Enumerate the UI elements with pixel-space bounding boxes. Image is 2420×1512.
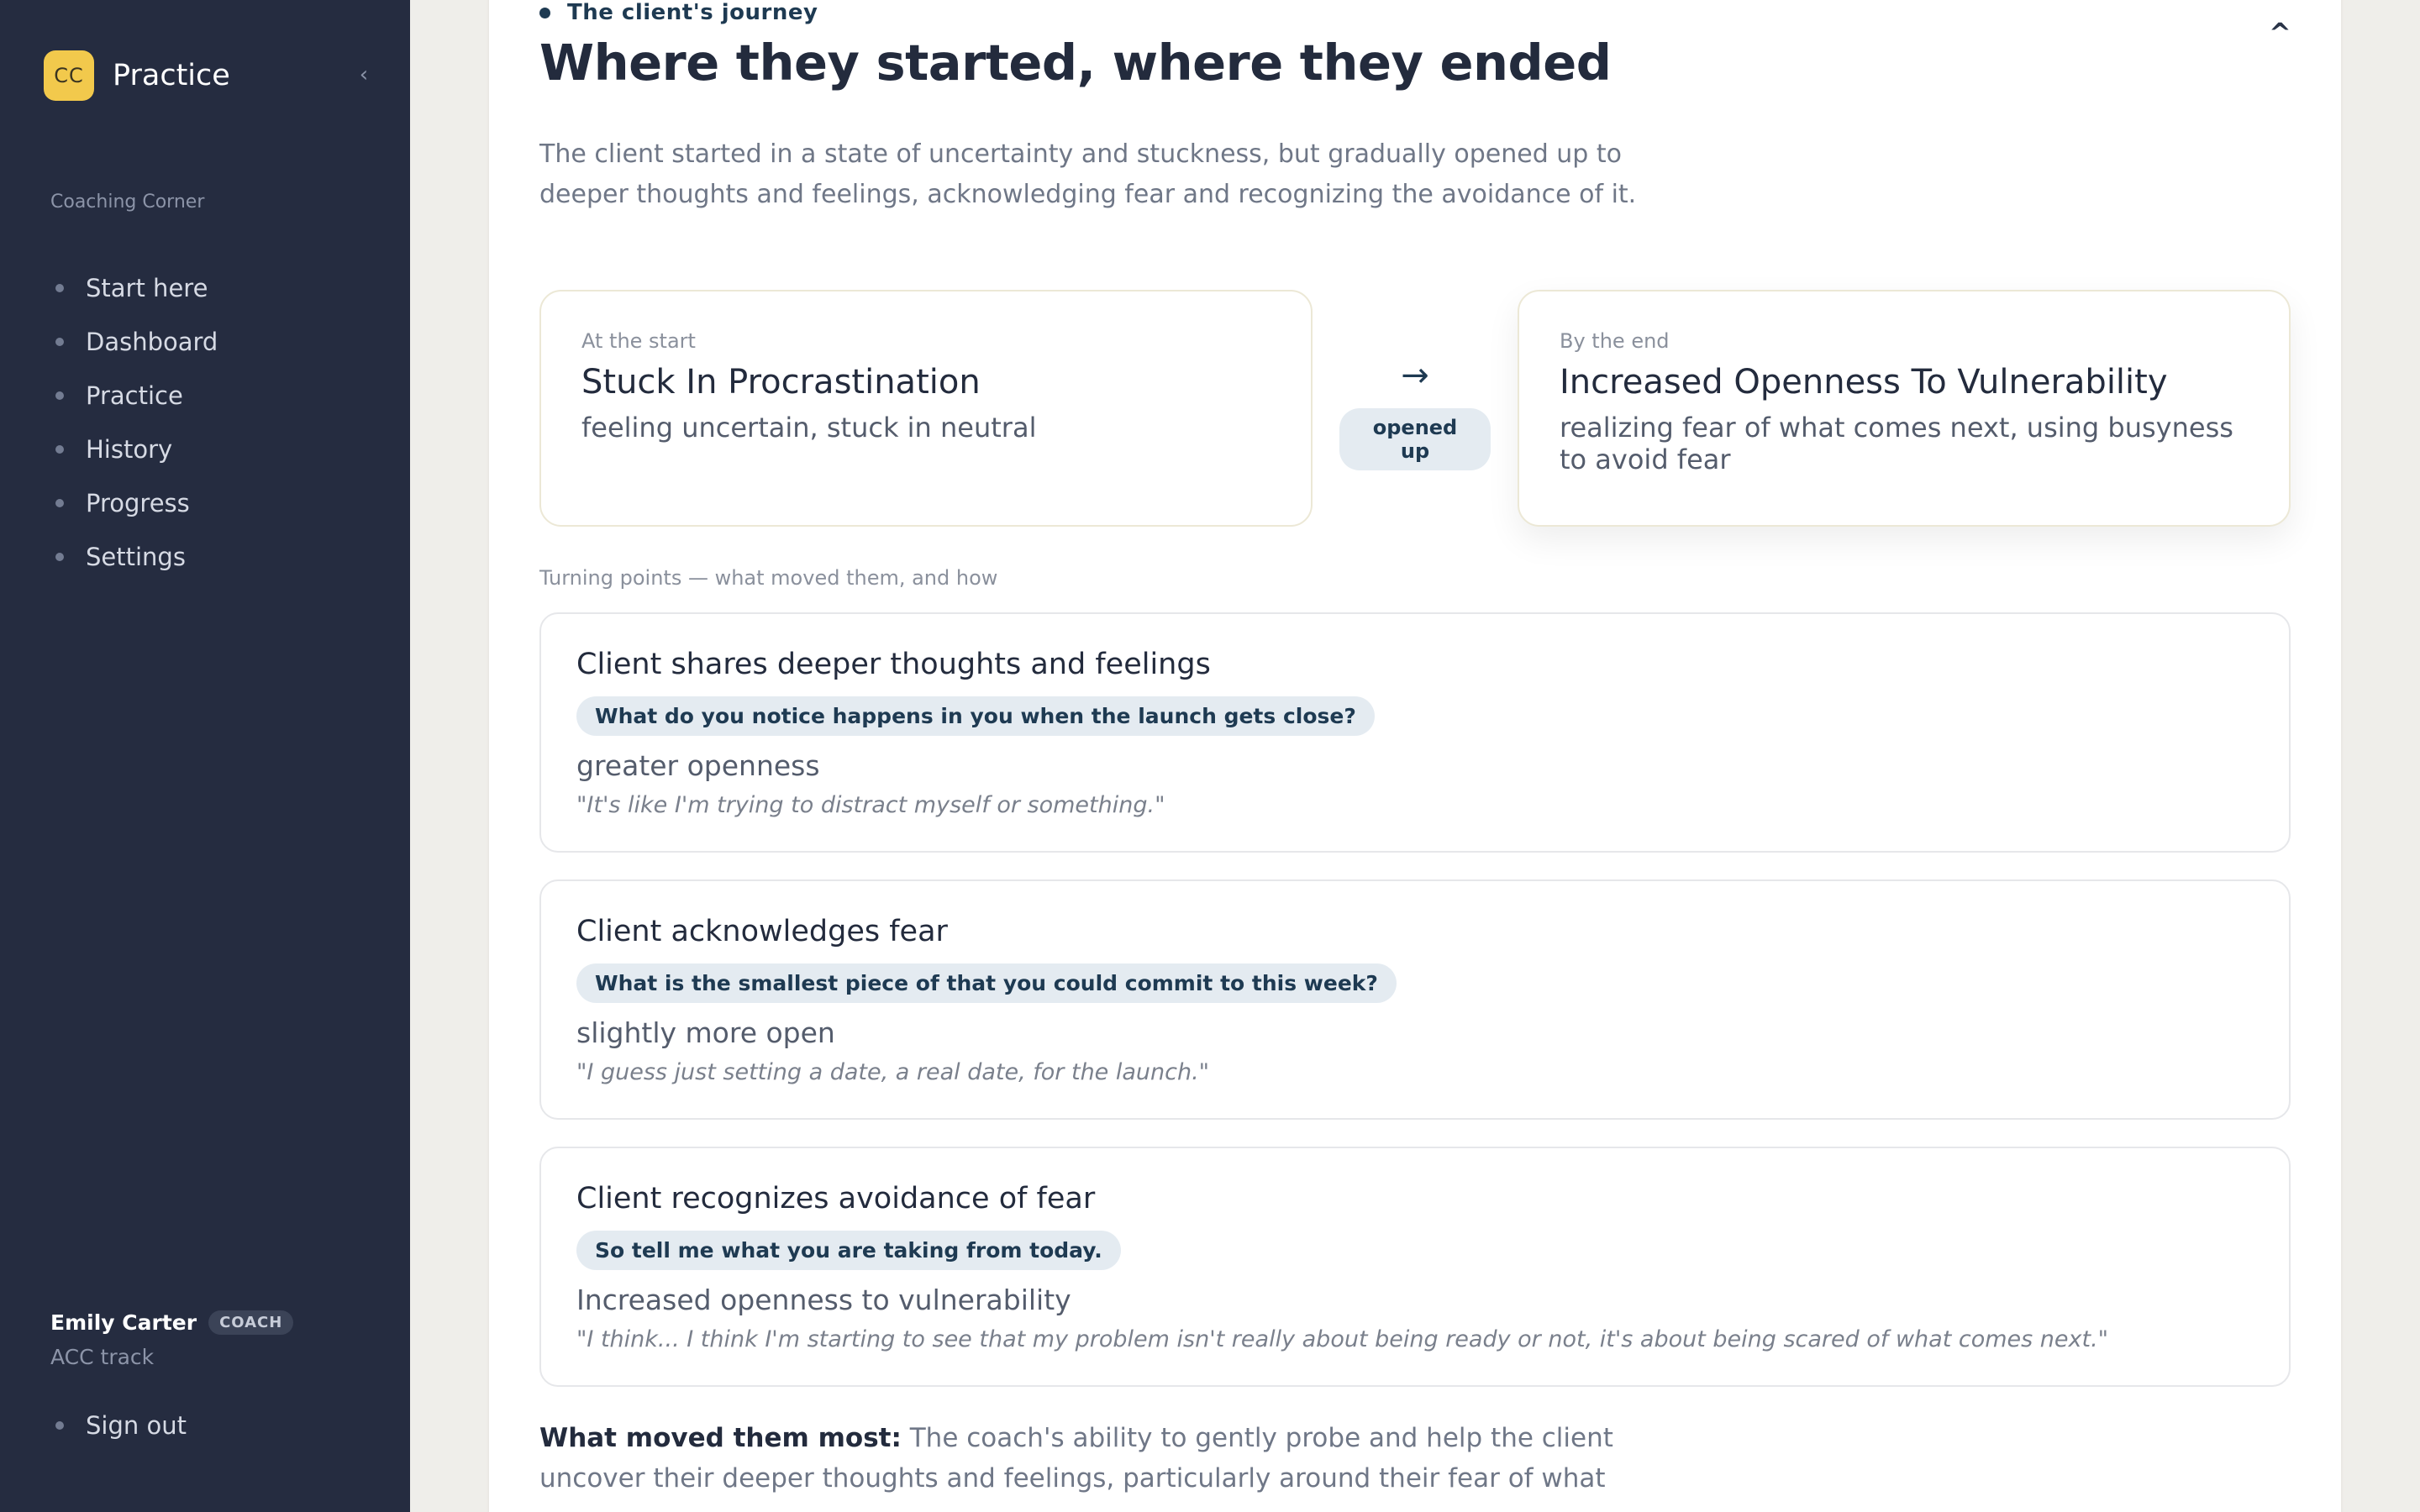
start-state-card: At the start Stuck In Procrastination fe… <box>539 290 1313 527</box>
end-label: By the end <box>1560 329 1670 353</box>
bullet-icon <box>55 499 64 507</box>
turning-point-title: Client recognizes avoidance of fear <box>576 1182 1096 1215</box>
sidebar-nav: Start here Dashboard Practice History Pr… <box>50 252 218 593</box>
end-description: realizing fear of what comes next, using… <box>1560 412 2233 475</box>
turning-point-shift: slightly more open <box>576 1016 835 1049</box>
user-row: Emily Carter COACH <box>50 1310 294 1335</box>
bullet-icon <box>55 1421 64 1430</box>
sidebar-item-label: Progress <box>86 489 190 517</box>
sign-out-label: Sign out <box>86 1411 187 1440</box>
start-label: At the start <box>581 329 696 353</box>
turning-point-title: Client acknowledges fear <box>576 915 948 948</box>
turning-point-shift: greater openness <box>576 749 820 782</box>
coach-question-badge: So tell me what you are taking from toda… <box>576 1231 1121 1270</box>
what-moved-them-most: What moved them most: The coach's abilit… <box>539 1418 1632 1499</box>
bullet-icon <box>55 284 64 292</box>
end-state-card: By the end Increased Openness To Vulnera… <box>1518 290 2291 527</box>
sign-out-button[interactable]: Sign out <box>50 1411 187 1440</box>
sidebar-item-label: History <box>86 435 173 464</box>
section-eyebrow: The client's journey <box>539 0 818 25</box>
eyebrow-dot-icon <box>539 7 550 18</box>
what-moved-label: What moved them most: <box>539 1423 902 1453</box>
sidebar-item-label: Dashboard <box>86 328 218 356</box>
sidebar-item-label: Start here <box>86 274 208 302</box>
user-name: Emily Carter <box>50 1310 197 1335</box>
turning-point-card: Client recognizes avoidance of fear So t… <box>539 1147 2291 1387</box>
start-description: feeling uncertain, stuck in neutral <box>581 412 1037 444</box>
sidebar-item-settings[interactable]: Settings <box>50 521 218 593</box>
logo-badge: CC <box>44 50 94 101</box>
sidebar-item-label: Practice <box>86 381 183 410</box>
sidebar-section-label: Coaching Corner <box>50 192 205 213</box>
coach-question-badge: What is the smallest piece of that you c… <box>576 963 1397 1003</box>
end-title: Increased Openness To Vulnerability <box>1560 363 2168 402</box>
collapse-section-icon[interactable]: ^ <box>2269 17 2291 49</box>
brand[interactable]: CC Practice <box>44 50 230 101</box>
transition: → opened up <box>1339 353 1491 470</box>
client-quote: "It's like I'm trying to distract myself… <box>576 792 1165 818</box>
bullet-icon <box>55 391 64 400</box>
collapse-sidebar-icon[interactable]: ‹ <box>355 62 373 87</box>
client-quote: "I think... I think I'm starting to see … <box>576 1326 2109 1352</box>
turning-point-title: Client shares deeper thoughts and feelin… <box>576 648 1211 681</box>
user-profile: Emily Carter COACH ACC track <box>50 1310 294 1369</box>
arrow-right-icon: → <box>1401 356 1429 395</box>
turning-point-card: Client acknowledges fear What is the sma… <box>539 879 2291 1120</box>
transition-badge: opened up <box>1339 408 1491 470</box>
page-title: Where they started, where they ended <box>539 34 1612 92</box>
sidebar-item-label: Settings <box>86 543 186 571</box>
bullet-icon <box>55 338 64 346</box>
start-title: Stuck In Procrastination <box>581 363 981 402</box>
turning-point-card: Client shares deeper thoughts and feelin… <box>539 612 2291 853</box>
client-quote: "I guess just setting a date, a real dat… <box>576 1059 1210 1085</box>
role-badge: COACH <box>208 1310 294 1335</box>
bullet-icon <box>55 445 64 454</box>
user-track: ACC track <box>50 1345 155 1369</box>
journey-summary: The client started in a state of uncerta… <box>539 139 1637 209</box>
journey-panel: The client's journey ^ Where they starte… <box>489 0 2341 1512</box>
sidebar: CC Practice ‹ Coaching Corner Start here… <box>0 0 410 1512</box>
bullet-icon <box>55 553 64 561</box>
eyebrow-label: The client's journey <box>567 0 818 25</box>
app-name: Practice <box>113 59 230 92</box>
turning-points-label: Turning points — what moved them, and ho… <box>539 566 998 590</box>
turning-point-shift: Increased openness to vulnerability <box>576 1284 1071 1316</box>
coach-question-badge: What do you notice happens in you when t… <box>576 696 1375 736</box>
